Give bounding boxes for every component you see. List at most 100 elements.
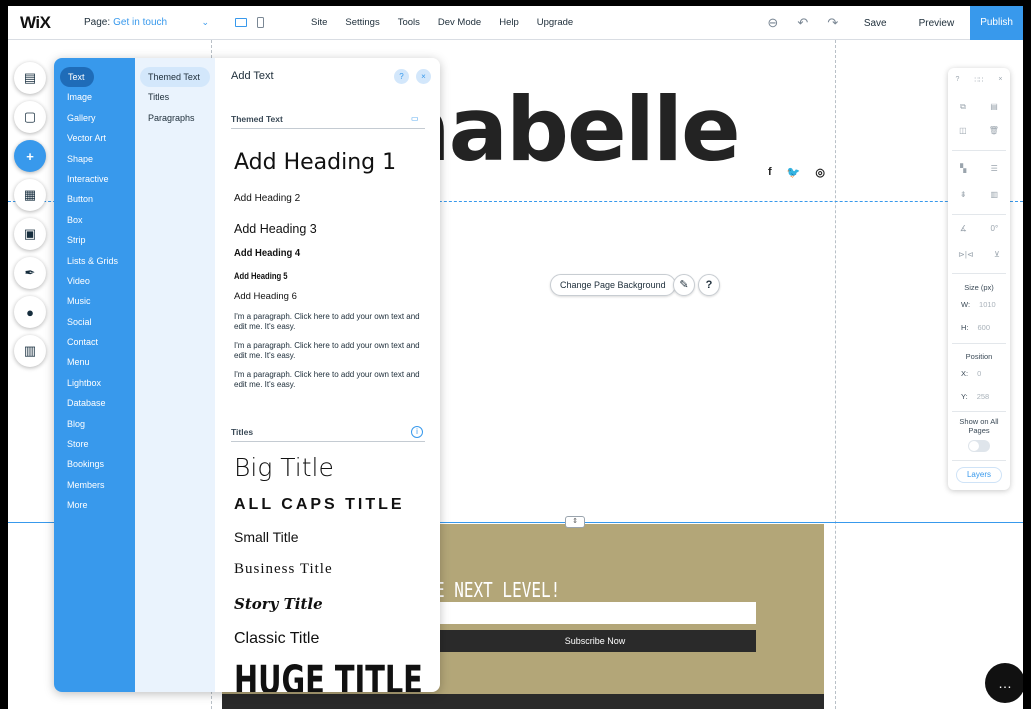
heading-6[interactable]: Add Heading 6 [234, 291, 297, 302]
x-field[interactable]: X: 0 [961, 369, 981, 378]
subcategory-paragraphs[interactable]: Paragraphs [135, 108, 215, 128]
y-value[interactable]: 258 [977, 392, 990, 401]
paragraph-1[interactable]: I'm a paragraph. Click here to add your … [234, 312, 429, 332]
edit-pencil-icon[interactable]: ✎ [673, 274, 695, 296]
title-business[interactable]: Business Title [234, 561, 333, 578]
category-music[interactable]: Music [54, 291, 135, 311]
background-icon[interactable]: ▢ [14, 101, 46, 133]
heading-4[interactable]: Add Heading 4 [234, 247, 300, 259]
heading-2[interactable]: Add Heading 2 [234, 193, 300, 204]
distribute-icon[interactable]: ⇟ [960, 190, 967, 199]
strip-handle-icon[interactable]: ⇕ [565, 516, 585, 528]
subcategory-themed-text[interactable]: Themed Text [140, 67, 210, 88]
twitter-icon[interactable]: 🐦 [787, 166, 801, 179]
category-members[interactable]: Members [54, 475, 135, 495]
title-small[interactable]: Small Title [234, 529, 299, 545]
category-shape[interactable]: Shape [54, 149, 135, 169]
paste-icon[interactable]: ▤ [990, 102, 998, 112]
show-all-pages-toggle[interactable] [968, 440, 990, 452]
width-value[interactable]: 1010 [979, 300, 996, 309]
facebook-icon[interactable]: f [768, 166, 772, 179]
category-video[interactable]: Video [54, 271, 135, 291]
category-store[interactable]: Store [54, 434, 135, 454]
layers-button[interactable]: Layers [956, 467, 1002, 483]
category-strip[interactable]: Strip [54, 230, 135, 250]
category-bookings[interactable]: Bookings [54, 454, 135, 474]
category-database[interactable]: Database [54, 393, 135, 413]
match-size-icon[interactable]: ▥ [990, 190, 998, 199]
add-apps-icon[interactable]: ▦ [14, 179, 46, 211]
save-button[interactable]: Save [848, 18, 903, 29]
duplicate-icon[interactable]: ◫ [959, 126, 967, 135]
y-field[interactable]: Y: 258 [961, 392, 989, 401]
flip-horizontal-icon[interactable]: ⊳|⊲ [958, 250, 973, 259]
page-selector[interactable]: Page: Get in touch ⌄ [84, 17, 209, 28]
inspector-close-icon[interactable]: × [998, 76, 1002, 84]
copy-icon[interactable]: ⧉ [960, 102, 966, 112]
category-menu[interactable]: Menu [54, 352, 135, 372]
bookings-icon[interactable]: ▥ [14, 335, 46, 367]
subscribe-button[interactable]: Subscribe Now [434, 630, 756, 652]
panel-close-icon[interactable]: × [416, 69, 431, 84]
menu-dev-mode[interactable]: Dev Mode [429, 17, 490, 28]
align-icon[interactable]: ☰ [991, 164, 998, 173]
category-box[interactable]: Box [54, 210, 135, 230]
preview-button[interactable]: Preview [903, 18, 971, 29]
title-all-caps[interactable]: ALL CAPS TITLE [234, 496, 405, 514]
menu-settings[interactable]: Settings [336, 17, 388, 28]
title-story[interactable]: Story Title [234, 595, 323, 613]
x-value[interactable]: 0 [977, 369, 981, 378]
rotate-value[interactable]: 0° [991, 224, 999, 233]
paragraph-2[interactable]: I'm a paragraph. Click here to add your … [234, 341, 429, 361]
chat-bubble-icon[interactable]: … [985, 663, 1023, 703]
help-icon[interactable]: ? [698, 274, 720, 296]
redo-icon[interactable]: ↷ [818, 15, 848, 31]
flip-vertical-icon[interactable]: ⊻ [994, 250, 1000, 259]
category-lists-grids[interactable]: Lists & Grids [54, 251, 135, 271]
category-interactive[interactable]: Interactive [54, 169, 135, 189]
category-lightbox[interactable]: Lightbox [54, 373, 135, 393]
category-vector-art[interactable]: Vector Art [54, 128, 135, 148]
blog-icon[interactable]: ✒ [14, 257, 46, 289]
arrange-icon[interactable]: ▚ [960, 164, 966, 173]
height-value[interactable]: 600 [978, 323, 991, 332]
add-icon[interactable]: + [14, 140, 46, 172]
heading-1[interactable]: Add Heading 1 [234, 150, 396, 175]
title-big[interactable]: Big Title [234, 453, 334, 482]
social-bar[interactable]: f 🐦 ◎ [768, 166, 825, 179]
panel-help-icon[interactable]: ? [394, 69, 409, 84]
category-blog[interactable]: Blog [54, 414, 135, 434]
subscribe-heading[interactable]: E NEXT LEVEL! [435, 578, 560, 602]
category-gallery[interactable]: Gallery [54, 108, 135, 128]
rotate-icon[interactable]: ∡ [960, 224, 967, 233]
paragraph-3[interactable]: I'm a paragraph. Click here to add your … [234, 370, 429, 390]
theme-settings-icon[interactable]: ▭ [411, 114, 419, 123]
instagram-icon[interactable]: ◎ [815, 166, 825, 179]
pages-icon[interactable]: ▤ [14, 62, 46, 94]
menu-tools[interactable]: Tools [389, 17, 429, 28]
width-field[interactable]: W: 1010 [961, 300, 996, 309]
menu-help[interactable]: Help [490, 17, 528, 28]
delete-icon[interactable]: 🗑 [989, 126, 999, 135]
mobile-icon[interactable] [257, 17, 264, 28]
zoom-icon[interactable]: ⊖ [758, 15, 788, 31]
undo-icon[interactable]: ↶ [788, 15, 818, 31]
info-icon[interactable]: i [411, 426, 423, 438]
height-field[interactable]: H: 600 [961, 323, 990, 332]
inspector-drag-icon[interactable]: ∷∷ [974, 76, 983, 84]
publish-button[interactable]: Publish [970, 6, 1023, 40]
heading-3[interactable]: Add Heading 3 [234, 222, 317, 236]
subscribe-email-input[interactable] [434, 602, 756, 624]
title-classic[interactable]: Classic Title [234, 630, 319, 648]
category-more[interactable]: More [54, 495, 135, 515]
category-image[interactable]: Image [54, 87, 135, 107]
media-icon[interactable]: ▣ [14, 218, 46, 250]
subcategory-titles[interactable]: Titles [135, 87, 215, 107]
category-contact[interactable]: Contact [54, 332, 135, 352]
change-page-background-button[interactable]: Change Page Background [550, 274, 676, 296]
menu-site[interactable]: Site [302, 17, 336, 28]
title-huge[interactable]: HUGE TITLE [234, 658, 423, 692]
site-title[interactable]: nabelle [388, 78, 741, 181]
category-social[interactable]: Social [54, 312, 135, 332]
menu-upgrade[interactable]: Upgrade [528, 17, 582, 28]
